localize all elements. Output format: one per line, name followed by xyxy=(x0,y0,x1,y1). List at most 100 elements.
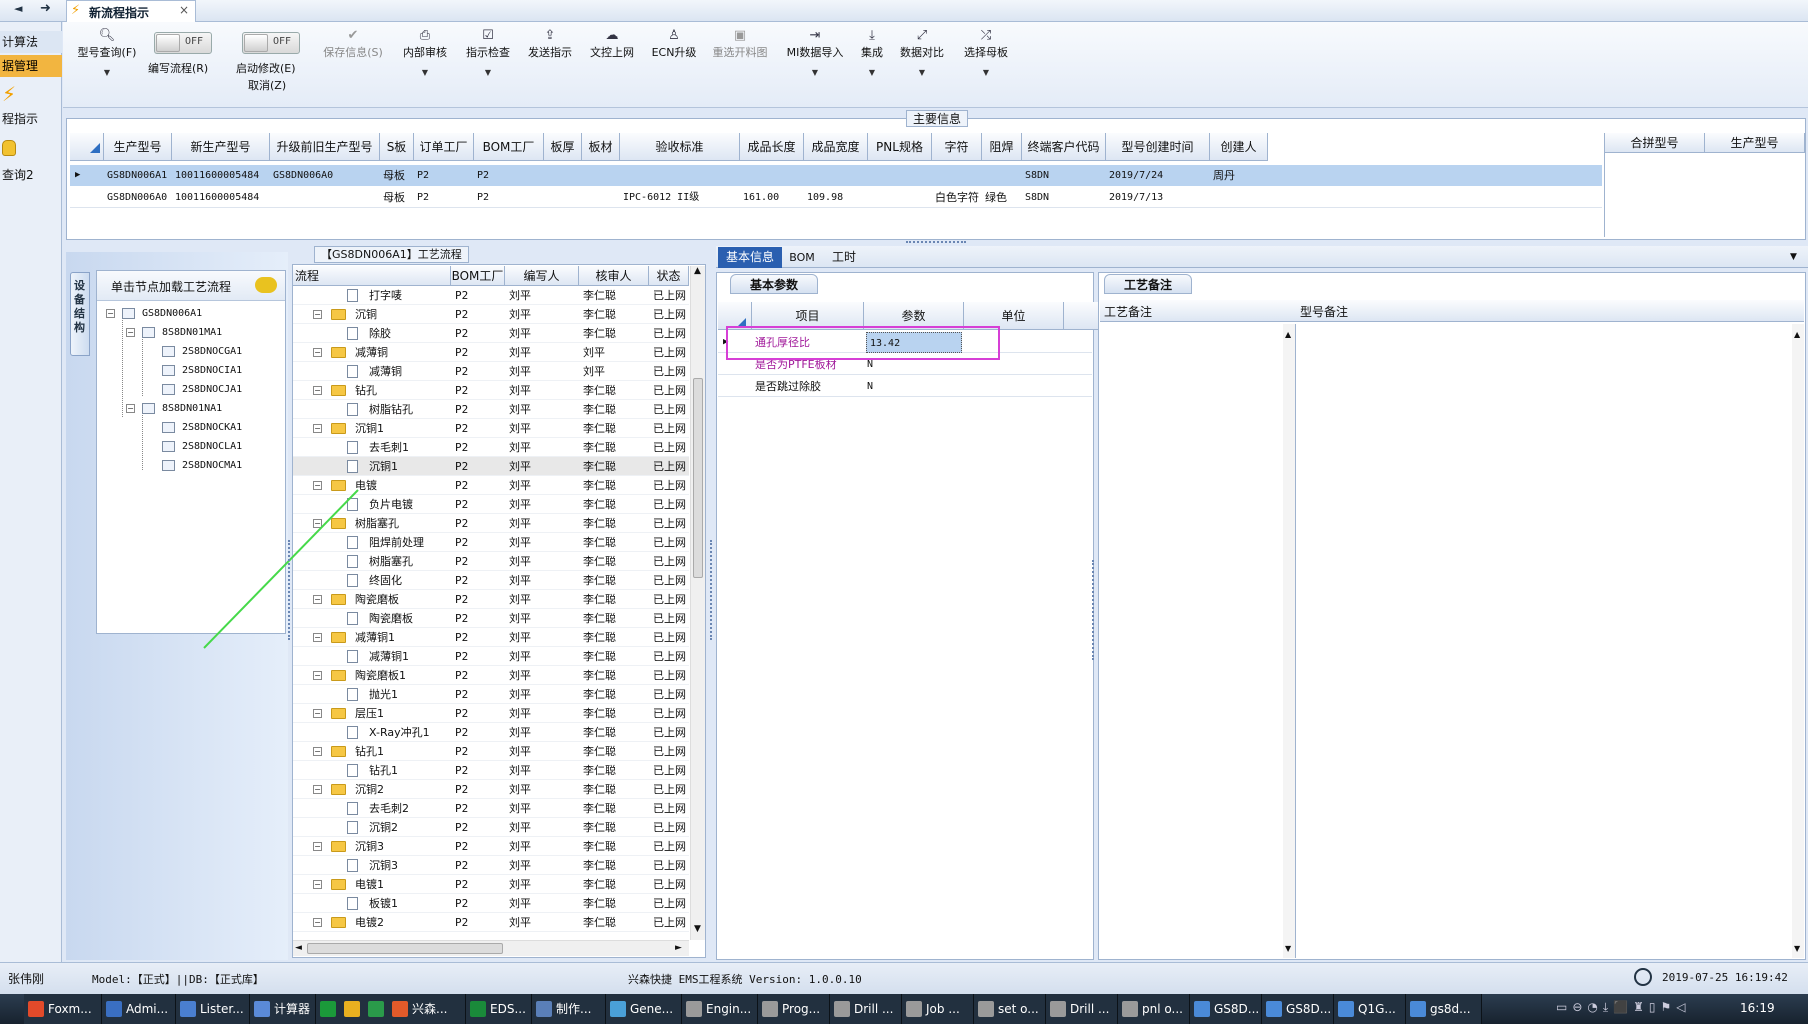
left-nav-item-query2[interactable]: 查询2 xyxy=(0,164,62,186)
param-row[interactable]: 是否跳过除胶 N xyxy=(718,376,1092,397)
table-row[interactable]: ▶ GS8DN006A1 10011600005484 GS8DN006A0 母… xyxy=(70,165,1602,186)
flow-row[interactable]: 打字唛 P2 刘平 李仁聪 已上网 xyxy=(293,288,689,305)
taskbar-item[interactable]: Prog... xyxy=(758,994,830,1024)
flow-row[interactable]: − 沉铜3 P2 刘平 李仁聪 已上网 xyxy=(293,837,689,856)
collapse-icon[interactable]: − xyxy=(313,747,322,756)
scroll-thumb[interactable] xyxy=(307,943,503,954)
collapse-icon[interactable]: − xyxy=(313,386,322,395)
scroll-down-icon[interactable]: ▼ xyxy=(1794,944,1800,953)
flow-row[interactable]: − 钻孔1 P2 刘平 李仁聪 已上网 xyxy=(293,742,689,761)
collapse-icon[interactable]: − xyxy=(126,328,135,337)
scrollbar-vertical[interactable]: ▲ ▼ xyxy=(1792,324,1804,958)
taskbar-item[interactable]: EDS... xyxy=(466,994,532,1024)
scroll-down-icon[interactable]: ▼ xyxy=(694,924,701,934)
flow-row[interactable]: − 沉铜1 P2 刘平 李仁聪 已上网 xyxy=(293,419,689,438)
taskbar-item[interactable]: Job ... xyxy=(902,994,974,1024)
collapse-icon[interactable]: − xyxy=(313,671,322,680)
taskbar-item[interactable] xyxy=(340,994,365,1024)
splitter-handle[interactable] xyxy=(1092,560,1096,660)
taskbar-item[interactable]: Foxm... xyxy=(24,994,102,1024)
taskbar-item[interactable]: Engin... xyxy=(682,994,758,1024)
tree-node[interactable]: 2S8DNOCIA1 xyxy=(140,361,280,380)
collapse-icon[interactable]: − xyxy=(313,842,322,851)
doc-tab-new-flow[interactable]: ⚡ 新流程指示 × xyxy=(66,0,196,22)
taskbar-item[interactable]: Drill ... xyxy=(830,994,902,1024)
flow-row[interactable]: − 沉铜2 P2 刘平 李仁聪 已上网 xyxy=(293,780,689,799)
left-nav-item-algo[interactable]: 计算法 xyxy=(0,31,62,53)
device-structure-tab[interactable]: 设备结构 xyxy=(70,272,90,356)
process-notes-tab[interactable]: 工艺备注 xyxy=(1104,274,1192,294)
tree-node[interactable]: 2S8DNOCMA1 xyxy=(140,456,280,475)
collapse-icon[interactable]: − xyxy=(313,880,322,889)
tree-node[interactable]: 2S8DNOCGA1 xyxy=(140,342,280,361)
taskbar-item[interactable]: gs8d... xyxy=(1406,994,1482,1024)
collapse-icon[interactable]: − xyxy=(313,785,322,794)
flow-row[interactable]: 减薄铜 P2 刘平 刘平 已上网 xyxy=(293,362,689,381)
flow-row[interactable]: − 减薄铜 P2 刘平 刘平 已上网 xyxy=(293,343,689,362)
save-info-button[interactable]: ✔ 保存信息(S) xyxy=(318,28,388,60)
nav-forward-button[interactable]: ➜ xyxy=(40,1,51,16)
model-query-button[interactable]: 🔍︎ 型号查询(F) ▼ xyxy=(72,28,142,77)
close-icon[interactable]: × xyxy=(179,3,189,17)
internal-review-button[interactable]: ⎙ 内部审核 ▼ xyxy=(400,28,450,77)
splitter-handle[interactable] xyxy=(288,540,292,640)
basic-params-tab[interactable]: 基本参数 xyxy=(730,274,818,294)
flow-row[interactable]: 沉铜1 P2 刘平 李仁聪 已上网 xyxy=(293,457,689,476)
tree-node[interactable]: − 8S8DN01NA1 xyxy=(120,399,280,418)
flow-row[interactable]: − 钻孔 P2 刘平 李仁聪 已上网 xyxy=(293,381,689,400)
scroll-up-icon[interactable]: ▲ xyxy=(1285,330,1291,339)
select-mother-board-button[interactable]: ⤮ 选择母板 ▼ xyxy=(960,28,1012,77)
taskbar-item[interactable] xyxy=(316,994,341,1024)
scroll-left-icon[interactable]: ◄ xyxy=(295,943,302,953)
collapse-icon[interactable]: − xyxy=(126,404,135,413)
reselect-cut-image-button[interactable]: ▣ 重选开料图 xyxy=(708,28,772,60)
cancel-button[interactable]: 取消(Z) xyxy=(248,77,286,93)
tab-basic-info[interactable]: 基本信息 xyxy=(718,247,782,268)
taskbar-item[interactable]: Gene... xyxy=(606,994,682,1024)
doc-control-online-button[interactable]: ☁ 文控上网 xyxy=(586,28,638,60)
data-compare-button[interactable]: ⤢ 数据对比 ▼ xyxy=(896,28,948,77)
taskbar-item[interactable] xyxy=(364,994,389,1024)
taskbar-item[interactable]: GS8D... xyxy=(1262,994,1334,1024)
tab-bom[interactable]: BOM xyxy=(784,247,820,268)
tree-node[interactable]: 2S8DNOCLA1 xyxy=(140,437,280,456)
param-value[interactable]: N xyxy=(864,376,964,397)
taskbar-item[interactable]: 兴森... xyxy=(388,994,466,1024)
flow-row[interactable]: 除胶 P2 刘平 李仁聪 已上网 xyxy=(293,324,689,343)
flow-scrollbar-horizontal[interactable]: ◄ ► xyxy=(293,940,689,956)
process-note-textarea[interactable]: ▲ ▼ xyxy=(1100,324,1296,958)
flow-row[interactable]: − 电镀1 P2 刘平 李仁聪 已上网 xyxy=(293,875,689,894)
flow-row[interactable]: − 沉铜 P2 刘平 李仁聪 已上网 xyxy=(293,305,689,324)
scroll-thumb[interactable] xyxy=(693,378,703,578)
write-flow-toggle[interactable]: OFF xyxy=(154,32,212,54)
model-note-textarea[interactable]: ▲ ▼ xyxy=(1298,324,1804,958)
flow-row[interactable]: 去毛刺2 P2 刘平 李仁聪 已上网 xyxy=(293,799,689,818)
nav-back-button[interactable]: ◄ xyxy=(14,2,22,15)
taskbar-item[interactable]: Q1G... xyxy=(1334,994,1406,1024)
taskbar-item[interactable]: Admi... xyxy=(102,994,176,1024)
scroll-right-icon[interactable]: ► xyxy=(675,943,682,953)
flow-row[interactable]: 板镀1 P2 刘平 李仁聪 已上网 xyxy=(293,894,689,913)
flow-row[interactable]: − 电镀2 P2 刘平 李仁聪 已上网 xyxy=(293,913,689,932)
tree-node[interactable]: 2S8DNOCJA1 xyxy=(140,380,280,399)
taskbar-item[interactable]: Drill ... xyxy=(1046,994,1118,1024)
left-nav-item-data-mgmt[interactable]: 据管理 xyxy=(0,55,62,77)
taskbar-item[interactable]: GS8D... xyxy=(1190,994,1262,1024)
instruction-check-button[interactable]: ☑ 指示检查 ▼ xyxy=(462,28,514,77)
scroll-down-icon[interactable]: ▼ xyxy=(1285,944,1291,953)
flow-row[interactable]: 钻孔1 P2 刘平 李仁聪 已上网 xyxy=(293,761,689,780)
collapse-icon[interactable]: − xyxy=(313,918,322,927)
flow-row[interactable]: 沉铜2 P2 刘平 李仁聪 已上网 xyxy=(293,818,689,837)
tree-node[interactable]: 2S8DNOCKA1 xyxy=(140,418,280,437)
collapse-icon[interactable]: − xyxy=(313,424,322,433)
flow-row[interactable]: 去毛刺1 P2 刘平 李仁聪 已上网 xyxy=(293,438,689,457)
table-row[interactable]: GS8DN006A0 10011600005484 母板 P2 P2 IPC-6… xyxy=(70,187,1602,208)
flow-scrollbar-vertical[interactable]: ▲ ▼ xyxy=(690,266,705,940)
left-nav-item-flow[interactable]: 程指示 xyxy=(0,108,62,130)
scrollbar-vertical[interactable]: ▲ ▼ xyxy=(1283,324,1295,958)
taskbar-item[interactable]: Lister... xyxy=(176,994,250,1024)
collapse-icon[interactable]: − xyxy=(106,309,115,318)
flow-row[interactable]: − 陶瓷磨板1 P2 刘平 李仁聪 已上网 xyxy=(293,666,689,685)
taskbar-item[interactable]: 制作... xyxy=(532,994,606,1024)
tab-hours[interactable]: 工时 xyxy=(822,247,866,268)
